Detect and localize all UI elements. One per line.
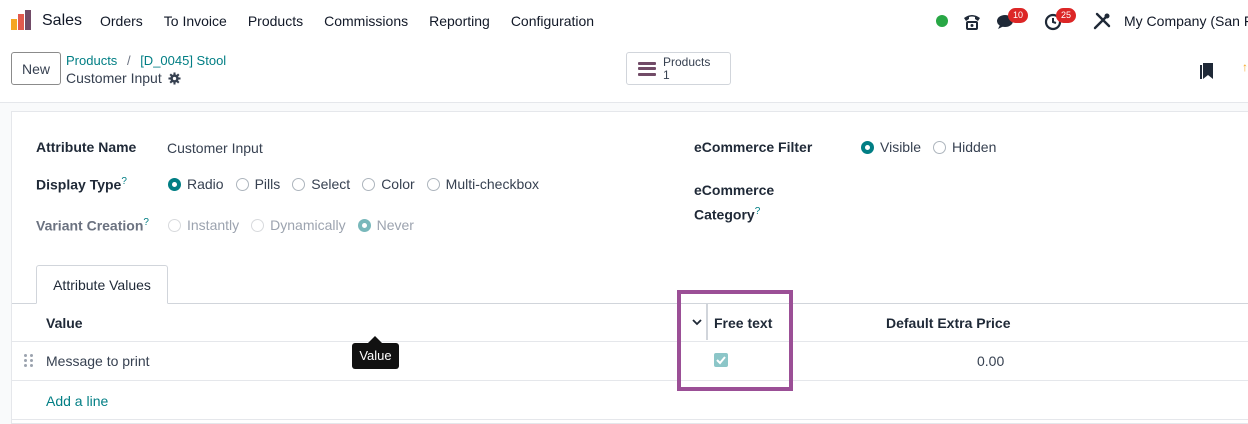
option-multi-checkbox[interactable]: Multi-checkbox — [446, 176, 539, 192]
variant-creation-label-text: Variant Creation — [36, 217, 144, 234]
record-title: Customer Input — [66, 70, 181, 86]
menu-orders[interactable]: Orders — [100, 13, 143, 29]
breadcrumb-products[interactable]: Products — [66, 53, 117, 68]
tab-attribute-values[interactable]: Attribute Values — [36, 265, 168, 304]
option-never: Never — [376, 217, 414, 233]
menu-to-invoice[interactable]: To Invoice — [164, 13, 227, 29]
app-name[interactable]: Sales — [42, 12, 82, 30]
smart-button-label: Products — [663, 54, 711, 69]
phone-icon[interactable] — [962, 11, 982, 31]
ecommerce-filter-radio-group: Visible Hidden — [861, 139, 1008, 155]
row-divider — [12, 419, 1248, 420]
column-header-value[interactable]: Value — [46, 315, 83, 331]
highlight-box — [677, 290, 793, 391]
menu-reporting[interactable]: Reporting — [429, 13, 490, 29]
messages-count-badge: 10 — [1008, 8, 1028, 23]
new-button[interactable]: New — [11, 52, 61, 85]
display-type-label-text: Display Type — [36, 176, 122, 193]
option-color[interactable]: Color — [381, 176, 414, 192]
smart-button-count: 1 — [663, 67, 670, 82]
top-navbar: Sales Orders To Invoice Products Commiss… — [0, 0, 1248, 42]
list-icon — [638, 61, 656, 76]
row-divider — [12, 380, 1248, 381]
tab-divider — [12, 303, 1248, 304]
option-visible[interactable]: Visible — [880, 139, 921, 155]
form-sheet — [11, 111, 1248, 424]
menu-products[interactable]: Products — [248, 13, 303, 29]
attribute-name-label: Attribute Name — [36, 139, 137, 155]
help-icon[interactable]: ? — [755, 206, 761, 217]
bookmark-icon[interactable] — [1200, 62, 1214, 80]
ecommerce-category-label: eCommerce Category? — [694, 180, 774, 226]
ecommerce-category-label-line1: eCommerce — [694, 182, 775, 198]
variant-creation-label: Variant Creation? — [36, 217, 149, 234]
option-dynamically: Dynamically — [270, 217, 346, 233]
cell-default-extra-price[interactable]: 0.00 — [977, 353, 1004, 369]
menu-configuration[interactable]: Configuration — [511, 13, 594, 29]
record-name: Customer Input — [66, 70, 162, 86]
drag-handle-icon[interactable] — [24, 354, 33, 367]
main-menu: Orders To Invoice Products Commissions R… — [100, 13, 615, 29]
radio-hidden[interactable] — [933, 140, 946, 154]
radio-never — [357, 218, 371, 232]
ecommerce-category-label-line2: Category — [694, 206, 755, 223]
option-radio[interactable]: Radio — [187, 176, 224, 192]
option-select[interactable]: Select — [311, 176, 350, 192]
add-a-line-link[interactable]: Add a line — [46, 393, 108, 409]
ecommerce-filter-label: eCommerce Filter — [694, 139, 813, 155]
presence-status-icon[interactable] — [936, 15, 948, 27]
radio-select[interactable] — [292, 177, 306, 191]
row-divider — [12, 341, 1248, 342]
breadcrumb-separator: / — [126, 53, 131, 68]
display-type-radio-group: Radio Pills Select Color Multi-checkbox — [168, 176, 551, 192]
gear-icon[interactable] — [168, 71, 181, 85]
radio-radio[interactable] — [168, 177, 181, 191]
variant-creation-radio-group: Instantly Dynamically Never — [168, 217, 426, 233]
radio-visible[interactable] — [861, 140, 874, 154]
cell-value[interactable]: Message to print — [46, 353, 150, 369]
breadcrumb-stool[interactable]: [D_0045] Stool — [140, 53, 226, 68]
help-icon[interactable]: ? — [121, 176, 127, 187]
products-smart-button[interactable]: Products 1 — [626, 52, 731, 85]
sales-app-icon[interactable] — [10, 9, 32, 31]
option-hidden[interactable]: Hidden — [952, 139, 996, 155]
display-type-label: Display Type? — [36, 176, 127, 193]
radio-multi-checkbox[interactable] — [426, 177, 440, 191]
attribute-name-field[interactable]: Customer Input — [167, 140, 263, 156]
tooltip: Value — [352, 336, 399, 369]
activities-count-badge: 25 — [1056, 8, 1076, 23]
help-icon[interactable]: ? — [143, 217, 149, 228]
column-header-default-extra-price[interactable]: Default Extra Price — [886, 315, 1011, 331]
tools-icon[interactable] — [1092, 11, 1112, 31]
option-pills[interactable]: Pills — [255, 176, 281, 192]
arrow-icon[interactable]: ↑ — [1242, 60, 1248, 74]
radio-dynamically — [251, 218, 265, 232]
radio-instantly — [168, 218, 181, 232]
company-switcher[interactable]: My Company (San Fr — [1124, 13, 1248, 29]
radio-pills[interactable] — [235, 177, 249, 191]
option-instantly: Instantly — [187, 217, 240, 233]
breadcrumb: Products / [D_0045] Stool — [66, 53, 226, 68]
radio-color[interactable] — [362, 177, 376, 191]
menu-commissions[interactable]: Commissions — [324, 13, 408, 29]
